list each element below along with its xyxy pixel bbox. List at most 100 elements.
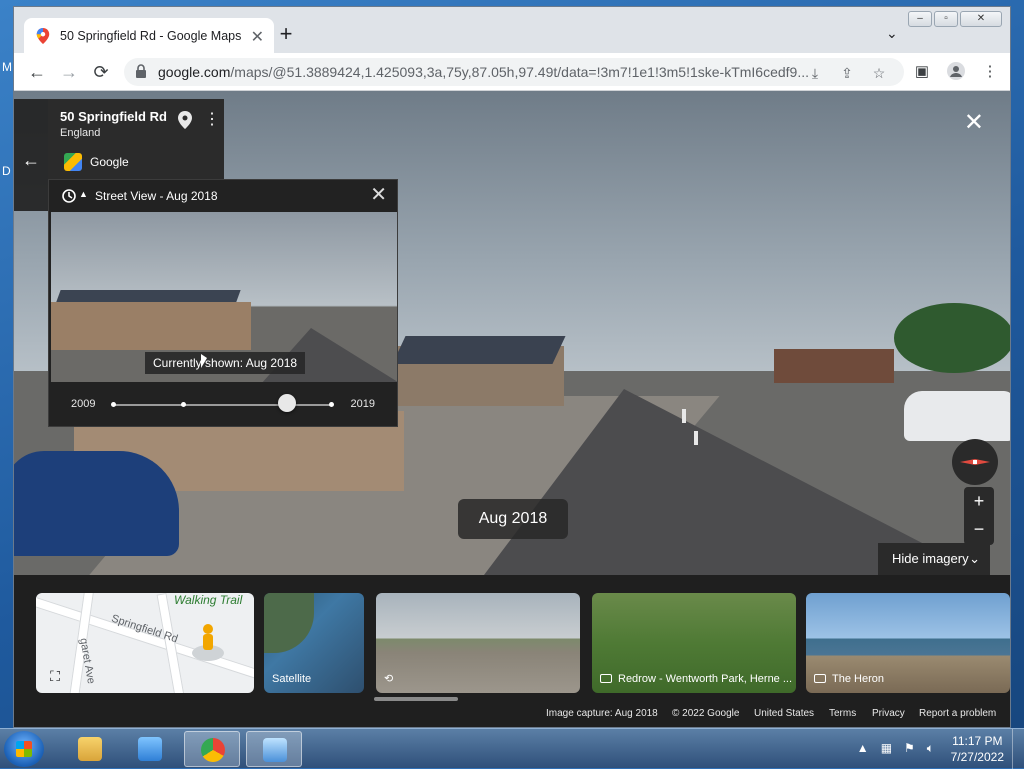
- hide-imagery-button[interactable]: Hide imagery ⌄: [878, 543, 990, 575]
- taskbar-explorer[interactable]: [62, 731, 118, 767]
- url-text: google.com/maps/@51.3889424,1.425093,3a,…: [158, 64, 809, 80]
- control-panel-icon: [263, 738, 287, 762]
- maps-pin-icon: [36, 28, 50, 44]
- slider-thumb[interactable]: [278, 394, 297, 412]
- taskbar: ▲ ▦ ⚑ 🔈︎ 11:17 PM 7/27/2022: [0, 728, 1024, 769]
- pano-roof: [392, 336, 566, 364]
- pegman-icon[interactable]: [192, 623, 224, 661]
- slider-tick[interactable]: [111, 402, 116, 407]
- minimize-button[interactable]: –: [908, 11, 932, 27]
- action-center-flag-icon[interactable]: ⚑: [904, 741, 915, 756]
- mouse-cursor: [201, 354, 207, 368]
- compass-icon[interactable]: [952, 439, 998, 485]
- strip-scrollbar[interactable]: [374, 697, 458, 701]
- address-bar[interactable]: google.com/maps/@51.3889424,1.425093,3a,…: [124, 58, 904, 86]
- pano-car-white: [904, 391, 1010, 441]
- image-capture-text: Image capture: Aug 2018: [546, 708, 658, 719]
- taskbar-media-player[interactable]: [122, 731, 178, 767]
- camera-icon: [600, 674, 612, 683]
- clock[interactable]: 11:17 PM 7/27/2022: [951, 733, 1004, 765]
- folder-icon: [78, 737, 102, 761]
- bookmark-star-icon[interactable]: ☆: [870, 64, 888, 82]
- time-travel-title: Street View - Aug 2018: [95, 189, 218, 203]
- place-subtitle: England: [60, 127, 101, 139]
- forward-button[interactable]: →: [58, 61, 80, 83]
- road-marking: [694, 431, 698, 445]
- google-maps-icon: [64, 153, 82, 171]
- tab-title: 50 Springfield Rd - Google Maps: [60, 29, 242, 43]
- place-title: 50 Springfield Rd: [60, 109, 167, 124]
- browser-window: 50 Springfield Rd - Google Maps ✕ + ⌄ – …: [13, 6, 1011, 728]
- show-desktop-button[interactable]: [1012, 729, 1024, 769]
- slider-tick[interactable]: [329, 402, 334, 407]
- network-icon[interactable]: ▦: [881, 741, 892, 756]
- privacy-link[interactable]: Privacy: [872, 708, 905, 719]
- map-label-green: Walking Trail: [174, 593, 243, 607]
- minimap-card[interactable]: Walking Trail Springfield Rd garet Ave ⛶: [36, 593, 254, 693]
- more-options-icon[interactable]: ⋮: [204, 111, 220, 129]
- zoom-out-button[interactable]: −: [964, 515, 994, 543]
- show-hidden-icons[interactable]: ▲: [857, 741, 869, 756]
- close-window-button[interactable]: ✕: [960, 11, 1002, 27]
- taskbar-control-panel[interactable]: [246, 731, 302, 767]
- tab-google-maps[interactable]: 50 Springfield Rd - Google Maps ✕: [24, 18, 274, 53]
- location-pin-icon[interactable]: [178, 111, 192, 129]
- photo-title: The Heron: [832, 673, 884, 685]
- desktop-icon-label: M: [2, 60, 12, 74]
- rotate-360-icon: ⟲: [384, 673, 394, 685]
- zoom-in-button[interactable]: +: [964, 487, 994, 515]
- street-view-panorama[interactable]: ← 50 Springfield Rd England ⋮ Google ▲ S…: [14, 91, 1010, 575]
- copyright-text: © 2022 Google: [672, 708, 740, 719]
- side-panel-icon[interactable]: ▣: [912, 62, 932, 82]
- tab-close-icon[interactable]: ✕: [251, 27, 264, 47]
- satellite-layer-card[interactable]: Satellite: [264, 593, 364, 693]
- satellite-label: Satellite: [272, 673, 312, 685]
- taskbar-chrome[interactable]: [184, 731, 240, 767]
- photo-card-label: The Heron: [814, 673, 884, 685]
- close-street-view-icon[interactable]: ✕: [964, 111, 984, 135]
- clock-time: 11:17 PM: [952, 734, 1003, 748]
- slider-tick[interactable]: [181, 402, 186, 407]
- reload-button[interactable]: ⟳: [90, 61, 112, 83]
- pano-car-blue: [14, 451, 179, 556]
- start-button[interactable]: [4, 731, 44, 767]
- caret-up-icon[interactable]: ▲: [79, 189, 88, 199]
- slider-start-year: 2009: [71, 398, 96, 410]
- tab-search-icon[interactable]: ⌄: [886, 25, 898, 42]
- profile-avatar-icon[interactable]: [946, 62, 966, 82]
- share-icon[interactable]: ⇪: [838, 64, 856, 82]
- hide-imagery-label: Hide imagery: [892, 551, 969, 566]
- imagery-date-chip: Aug 2018: [458, 499, 568, 539]
- browser-menu-icon[interactable]: ⋮: [980, 62, 1000, 82]
- expand-map-icon[interactable]: ⛶: [44, 665, 66, 687]
- install-icon[interactable]: ⤓: [806, 64, 824, 82]
- close-time-travel-icon[interactable]: ✕: [370, 185, 387, 205]
- photo-card-redrow[interactable]: Redrow - Wentworth Park, Herne ...: [592, 593, 796, 693]
- photo-card-heron[interactable]: The Heron: [806, 593, 1010, 693]
- report-problem-link[interactable]: Report a problem: [919, 708, 996, 719]
- time-travel-preview[interactable]: Currently shown: Aug 2018: [51, 212, 397, 382]
- slider-track[interactable]: [113, 404, 331, 406]
- provider-label: Google: [90, 155, 129, 169]
- pano-house-right: [774, 349, 894, 383]
- map-footer: Image capture: Aug 2018 © 2022 Google Un…: [14, 705, 1010, 725]
- desktop-icon-label: D: [2, 164, 11, 178]
- chrome-icon: [201, 738, 225, 762]
- back-button[interactable]: ←: [26, 61, 48, 83]
- lock-icon: [136, 64, 146, 78]
- history-icon[interactable]: [61, 188, 77, 204]
- slider-end-year: 2019: [350, 398, 375, 410]
- volume-icon[interactable]: 🔈︎: [927, 741, 934, 756]
- pano-tree: [894, 303, 1010, 373]
- url-host: google.com: [158, 64, 231, 80]
- country-link[interactable]: United States: [754, 708, 814, 719]
- photo-title: Redrow - Wentworth Park, Herne ...: [618, 673, 793, 685]
- new-tab-button[interactable]: +: [274, 23, 298, 47]
- terms-link[interactable]: Terms: [829, 708, 856, 719]
- road-marking: [682, 409, 686, 423]
- maximize-button[interactable]: ▫: [934, 11, 958, 27]
- back-arrow-icon[interactable]: ←: [20, 149, 42, 171]
- year-slider[interactable]: 2009 2019: [49, 382, 397, 426]
- time-travel-panel: ▲ Street View - Aug 2018 ✕ Currently sho…: [48, 179, 398, 427]
- photo-card-360[interactable]: ⟲: [376, 593, 580, 693]
